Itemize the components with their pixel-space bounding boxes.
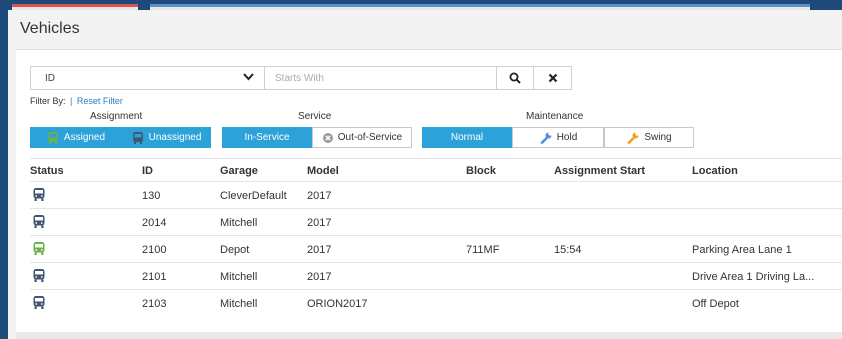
column-header-block[interactable]: Block — [466, 165, 496, 177]
bus-icon — [33, 242, 45, 255]
content-area: ID Starts With Filter By: | Reset Filter… — [16, 50, 842, 332]
reset-filter-link[interactable]: Reset Filter — [77, 96, 123, 106]
cell-garage: Mitchell — [220, 271, 258, 283]
out-of-service-filter-label: Out-of-Service — [337, 132, 403, 143]
column-header-garage[interactable]: Garage — [220, 165, 258, 177]
column-header-assignment-start[interactable]: Assignment Start — [554, 165, 645, 177]
search-field-select[interactable]: ID — [31, 67, 265, 89]
out-of-service-filter-button[interactable]: Out-of-Service — [312, 127, 412, 148]
bus-icon — [33, 269, 45, 282]
cell-id: 2014 — [142, 217, 167, 229]
cell-location: Parking Area Lane 1 — [692, 244, 792, 256]
cell-model: 2017 — [307, 190, 332, 202]
service-toggle: In-Service Out-of-Service — [222, 127, 412, 148]
in-service-filter-button[interactable]: In-Service — [222, 127, 312, 148]
in-service-filter-label: In-Service — [244, 132, 290, 143]
column-header-model[interactable]: Model — [307, 165, 339, 177]
cell-id: 130 — [142, 190, 161, 202]
table-row[interactable]: 2101 Mitchell 2017 Drive Area 1 Driving La.… — [30, 262, 842, 289]
bus-icon — [33, 215, 45, 228]
table-header: Status ID Garage Model Block Assignment … — [30, 158, 842, 182]
table-row[interactable]: 2014 Mitchell 2017 — [30, 208, 842, 235]
close-icon — [548, 73, 557, 83]
table-row[interactable]: 2100 Depot 2017 711MF 15:54 Parking Area Lane… — [30, 235, 842, 262]
filter-by-row: Filter By: | Reset Filter — [30, 96, 123, 106]
cell-model: ORION2017 — [307, 298, 368, 310]
cell-model: 2017 — [307, 217, 332, 229]
filter-separator: | — [70, 96, 73, 106]
cell-block: 711MF — [466, 244, 500, 256]
filter-by-label: Filter By: — [30, 96, 66, 106]
swing-filter-label: Swing — [644, 132, 672, 143]
panel-footer — [16, 332, 842, 339]
page-title: Vehicles — [20, 20, 80, 37]
cell-id: 2103 — [142, 298, 167, 310]
assignment-toggle: Assigned Unassigned — [30, 127, 211, 148]
clear-search-button[interactable] — [534, 67, 571, 89]
table-row[interactable]: 130 CleverDefault 2017 — [30, 181, 842, 208]
column-header-location[interactable]: Location — [692, 165, 738, 177]
cell-model: 2017 — [307, 244, 332, 256]
unassigned-filter-label: Unassigned — [148, 132, 202, 143]
wrench-icon — [540, 132, 552, 144]
wrench-icon — [627, 132, 639, 144]
cell-garage: Mitchell — [220, 298, 258, 310]
cell-garage: Depot — [220, 244, 250, 256]
normal-filter-button[interactable]: Normal — [422, 127, 512, 148]
bus-icon — [132, 131, 143, 144]
cell-id: 2100 — [142, 244, 167, 256]
assigned-filter-label: Assigned — [63, 132, 106, 143]
maintenance-group-label: Maintenance — [526, 111, 584, 122]
bus-icon — [33, 296, 45, 309]
swing-filter-button[interactable]: Swing — [604, 127, 694, 148]
bus-icon — [47, 131, 58, 144]
cell-location: Drive Area 1 Driving La... — [692, 271, 815, 283]
cell-assignment-start: 15:54 — [554, 244, 582, 256]
search-field-value: ID — [45, 72, 55, 84]
search-button[interactable] — [497, 67, 534, 89]
search-bar: ID Starts With — [30, 66, 572, 90]
assigned-filter-button[interactable]: Assigned — [30, 127, 121, 148]
normal-filter-label: Normal — [450, 132, 484, 143]
cell-garage: Mitchell — [220, 217, 258, 229]
unassigned-filter-button[interactable]: Unassigned — [121, 127, 211, 148]
cell-id: 2101 — [142, 271, 167, 283]
hold-filter-label: Hold — [556, 132, 578, 143]
vehicles-panel: Vehicles ID Starts With Filter By: | Res… — [8, 10, 842, 339]
cell-garage: CleverDefault — [220, 190, 287, 202]
maintenance-toggle: Normal Hold Swing — [422, 127, 694, 148]
search-icon — [509, 72, 521, 84]
out-of-service-icon — [322, 132, 333, 143]
hold-filter-button[interactable]: Hold — [512, 127, 604, 148]
chevron-down-icon — [243, 72, 254, 84]
column-header-id[interactable]: ID — [142, 165, 153, 177]
search-input[interactable]: Starts With — [265, 67, 497, 89]
service-group-label: Service — [298, 111, 332, 122]
bus-icon — [33, 188, 45, 201]
cell-model: 2017 — [307, 271, 332, 283]
table-row[interactable]: 2103 Mitchell ORION2017 Off Depot — [30, 289, 842, 316]
cell-location: Off Depot — [692, 298, 739, 310]
column-header-status[interactable]: Status — [30, 165, 64, 177]
assignment-group-label: Assignment — [90, 111, 143, 122]
